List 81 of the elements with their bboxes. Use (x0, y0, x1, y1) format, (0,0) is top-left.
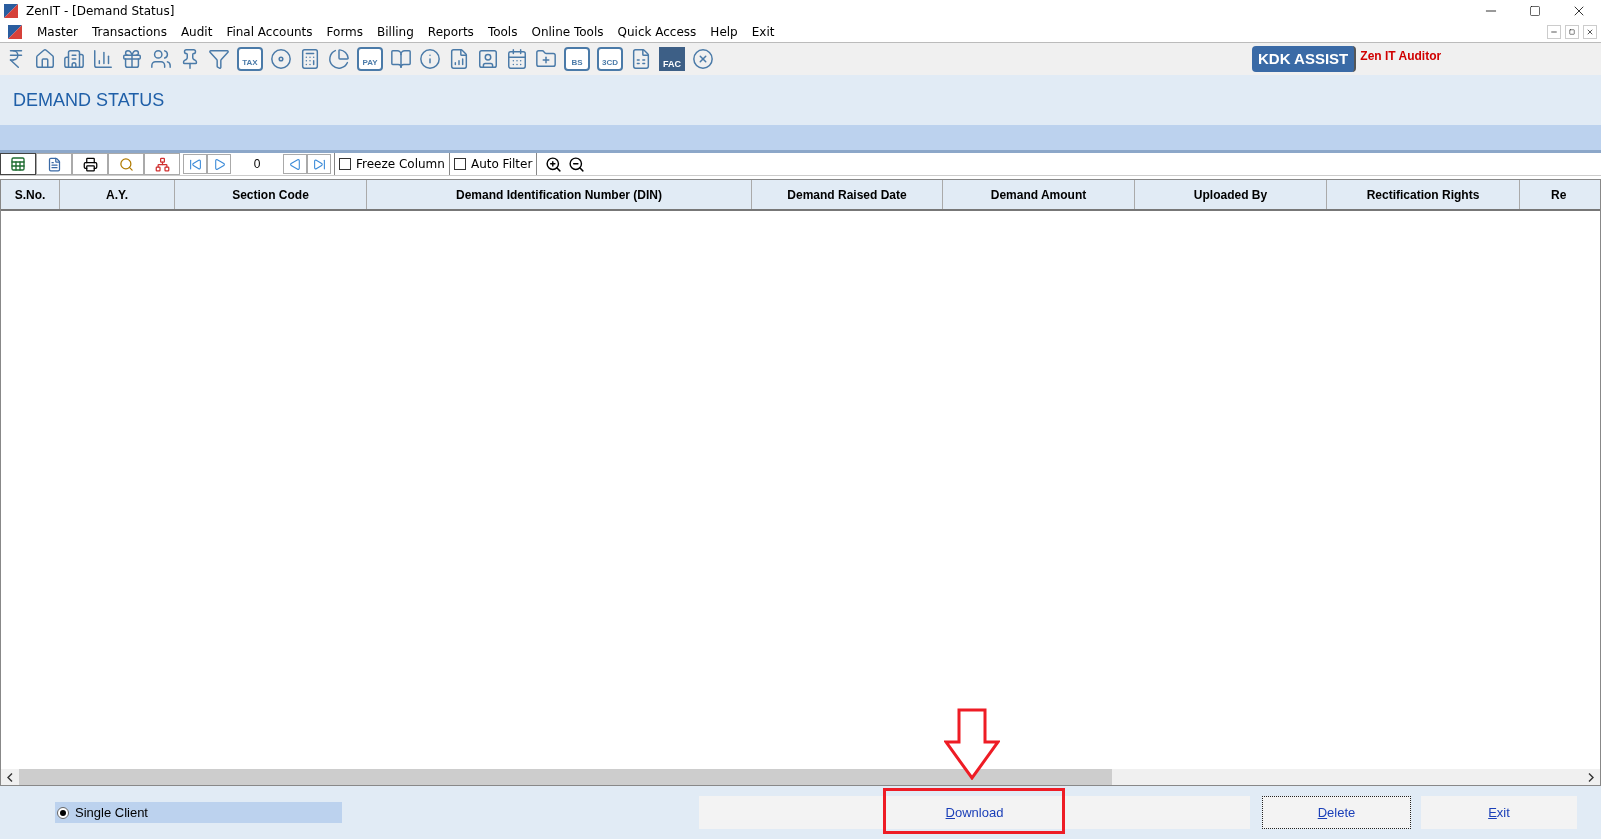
radio-option[interactable]: Single Client (55, 802, 342, 823)
down-arrow-drawing (944, 708, 1000, 780)
column-header[interactable]: Demand Raised Date (752, 180, 943, 209)
gift-icon[interactable] (121, 48, 143, 70)
column-header[interactable]: Demand Amount (943, 180, 1135, 209)
column-header[interactable]: Demand Identification Number (DIN) (367, 180, 752, 209)
app-logo-icon (8, 25, 22, 39)
zoom-out-icon[interactable] (568, 155, 586, 173)
last-record-button[interactable] (307, 154, 331, 174)
checkbox[interactable]: Auto Filter (449, 155, 537, 173)
menu-item[interactable]: Exit (744, 23, 782, 41)
zoom-in-icon[interactable] (545, 155, 563, 173)
menu-item[interactable]: Reports (420, 23, 481, 41)
print-button[interactable] (72, 153, 108, 175)
document-icon (46, 156, 62, 172)
disc-icon[interactable] (270, 48, 292, 70)
book-icon[interactable] (390, 48, 412, 70)
hierarchy-button[interactable] (144, 153, 180, 175)
toolbar-button[interactable]: 3CD (597, 47, 623, 71)
action-button[interactable]: Exit (1421, 796, 1577, 829)
menu-item[interactable]: Transactions (85, 23, 174, 41)
column-header[interactable]: Re (1520, 180, 1600, 209)
report-icon[interactable] (448, 48, 470, 70)
menu-item[interactable]: Tools (480, 23, 525, 41)
last-icon (312, 157, 326, 171)
menu-item[interactable]: Final Accounts (219, 23, 320, 41)
column-header[interactable]: S.No. (1, 180, 60, 209)
search-icon (118, 156, 134, 172)
filter-icon[interactable] (208, 48, 230, 70)
previous-icon (288, 157, 302, 171)
menu-item[interactable]: Billing (370, 23, 421, 41)
export-excel-button[interactable] (0, 153, 36, 175)
column-header[interactable]: Rectification Rights (1327, 180, 1520, 209)
restore-icon[interactable] (1529, 5, 1541, 17)
app-logo-icon (4, 4, 18, 18)
product-name: Zen IT Auditor (1360, 48, 1442, 65)
toolbar-button[interactable]: TAX (237, 47, 263, 71)
calendar-icon[interactable] (506, 48, 528, 70)
previous-button[interactable] (283, 154, 307, 174)
info-icon[interactable] (419, 48, 441, 70)
sheet-icon[interactable] (630, 48, 652, 70)
menu-item[interactable]: Master (30, 23, 85, 41)
hierarchy-icon (154, 156, 170, 172)
page-title: DEMAND STATUS (13, 88, 165, 112)
toolbar-button[interactable]: FAC (659, 47, 685, 71)
kdk-assist-button[interactable]: KDK ASSIST (1252, 46, 1357, 72)
checkbox[interactable]: Freeze Column (335, 155, 449, 173)
home-icon[interactable] (34, 48, 56, 70)
action-button[interactable]: Delete (1262, 796, 1411, 829)
action-button[interactable]: Download (699, 796, 1250, 829)
bar-chart-icon[interactable] (92, 48, 114, 70)
user-document-icon[interactable] (477, 48, 499, 70)
menu-item[interactable]: Forms (319, 23, 371, 41)
folder-add-icon[interactable] (535, 48, 557, 70)
printer-icon (82, 156, 98, 172)
menu-item[interactable]: Audit (173, 23, 220, 41)
spreadsheet-icon (10, 156, 26, 172)
scroll-right-icon[interactable] (1588, 772, 1594, 782)
building-icon[interactable] (63, 48, 85, 70)
first-icon (188, 157, 202, 171)
pie-chart-icon[interactable] (328, 48, 350, 70)
users-icon[interactable] (150, 48, 172, 70)
next-icon (212, 157, 226, 171)
scrollbar-thumb[interactable] (19, 769, 1112, 785)
calculator-icon[interactable] (299, 48, 321, 70)
menu-item[interactable]: Online Tools (524, 23, 611, 41)
toolbar-button[interactable]: PAY (357, 47, 383, 71)
minimize-icon[interactable] (1547, 25, 1561, 39)
next-button[interactable] (207, 154, 231, 174)
column-header[interactable]: A.Y. (60, 180, 175, 209)
toolbar-button[interactable]: BS (564, 47, 590, 71)
column-header[interactable]: Section Code (175, 180, 367, 209)
document-button[interactable] (36, 153, 72, 175)
first-record-button[interactable] (183, 154, 207, 174)
close-icon[interactable] (1583, 25, 1597, 39)
menu-item[interactable]: Quick Access (610, 23, 704, 41)
column-header[interactable]: Uploaded By (1135, 180, 1327, 209)
scroll-left-icon[interactable] (7, 772, 13, 782)
record-number: 0 (252, 156, 262, 173)
menu-item[interactable]: Help (703, 23, 745, 41)
window-title: ZenIT - [Demand Status] (26, 3, 175, 20)
